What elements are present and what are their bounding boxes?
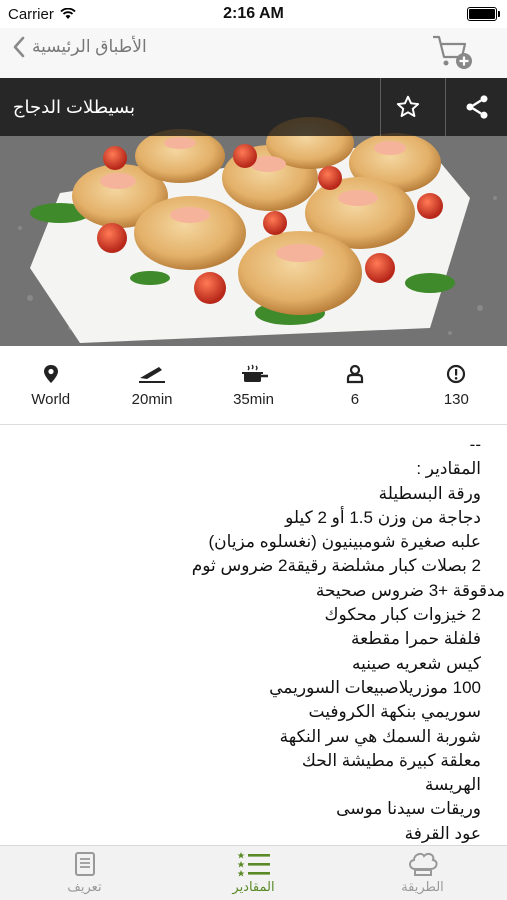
back-button[interactable]: الأطباق الرئيسية — [12, 36, 147, 58]
list-icon — [237, 852, 270, 877]
ingredients-content: -- المقادير : ورقة البسطيلة دجاجة من وزن… — [0, 433, 507, 845]
recipe-title: بسيطلات الدجاج — [12, 97, 135, 117]
favorite-button[interactable] — [380, 78, 435, 136]
stat-calories: 130 — [406, 346, 507, 424]
alert-circle-icon — [447, 364, 466, 384]
add-to-cart-button[interactable] — [431, 33, 475, 78]
share-button[interactable] — [445, 78, 507, 136]
ingredient-line: الهريسة — [424, 775, 481, 795]
ingredient-line: عود القرفة — [404, 823, 481, 843]
ingredient-line: فلفلة حمرا مقطعة — [351, 629, 481, 649]
stat-origin: World — [0, 346, 101, 424]
tab-description-label: تعريف — [67, 879, 102, 894]
ingredient-line: وريقات سيدنا موسى — [336, 799, 481, 819]
stat-calories-value: 130 — [443, 391, 469, 408]
ingredient-line: علبه صغيرة شومبينيون (نغسلوه مزيان) — [208, 532, 482, 552]
ingredient-line: مدقوقة +3 ضروس صحيحة — [315, 580, 505, 600]
stat-prep-value: 20min — [131, 391, 173, 408]
status-time: 2:16 AM — [223, 5, 284, 22]
status-bar: Carrier 2:16 AM — [0, 0, 507, 28]
share-icon — [466, 95, 488, 119]
ingredient-line: سوريمي بنكهة الكروفيت — [308, 702, 481, 722]
stat-origin-value: World — [31, 391, 71, 408]
ingredient-line: -- — [469, 435, 481, 454]
ingredient-line: دجاجة من وزن 1.5 أو 2 كيلو — [285, 507, 481, 527]
knife-icon — [139, 367, 166, 383]
ingredients-heading: المقادير : — [416, 459, 481, 479]
pot-icon — [241, 364, 268, 382]
back-label: الأطباق الرئيسية — [32, 37, 147, 56]
battery-icon — [467, 7, 500, 21]
tab-bar: تعريف المقادير الطريقة — [0, 845, 507, 900]
ingredient-line: 100 موزريلاصبيعات السوريمي — [269, 677, 481, 697]
recipe-stats: World 20min 35min 6 130 — [0, 346, 507, 425]
tab-ingredients-label: المقادير — [232, 879, 275, 894]
ingredient-line: 2 بصلات كبار مشلضة رقيقة2 ضروس ثوم — [191, 556, 481, 576]
stat-prep-time: 20min — [101, 346, 202, 424]
ingredient-line: 2 خيزوات كبار محكوك — [324, 605, 481, 625]
stat-cook-time: 35min — [203, 346, 304, 424]
star-icon — [396, 95, 420, 117]
stat-servings: 6 — [304, 346, 405, 424]
tab-description[interactable]: تعريف — [0, 846, 169, 900]
recipe-image: بسيطلات الدجاج — [0, 78, 507, 346]
tab-ingredients[interactable]: المقادير — [169, 846, 338, 900]
ingredient-line: شوربة السمك هي سر النكهة — [279, 726, 481, 746]
chevron-left-icon — [13, 36, 25, 58]
person-icon — [346, 364, 364, 384]
ingredient-line: معلقة كبيرة مطيشة الحك — [301, 750, 481, 770]
tab-method-label: الطريقة — [401, 879, 444, 894]
chef-hat-icon — [408, 852, 438, 876]
document-icon — [74, 852, 95, 876]
cart-add-icon — [433, 35, 472, 69]
location-pin-icon — [43, 365, 58, 383]
stat-servings-value: 6 — [350, 391, 360, 408]
ingredient-line: ورقة البسطيلة — [378, 483, 481, 503]
stat-cook-value: 35min — [233, 391, 274, 408]
nav-bar: الأطباق الرئيسية — [0, 28, 507, 78]
tab-method[interactable]: الطريقة — [338, 846, 507, 900]
ingredient-line: كيس شعريه صينيه — [352, 653, 481, 673]
